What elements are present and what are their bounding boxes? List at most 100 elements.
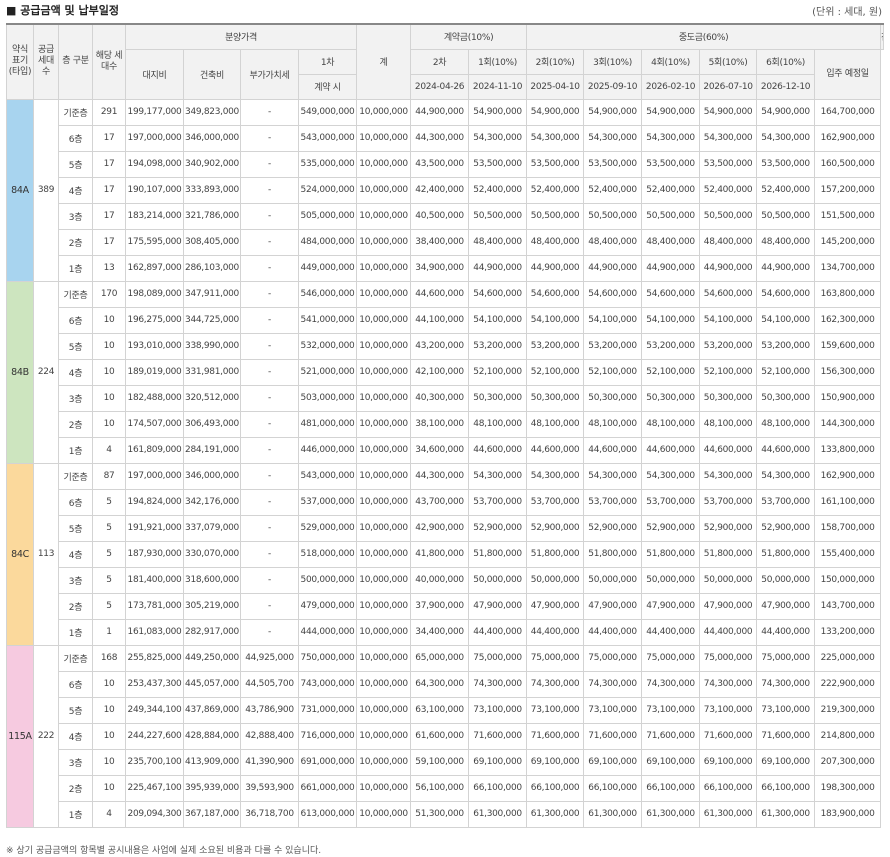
interim-1-cell: 52,400,000	[468, 176, 528, 204]
deposit-2-cell: 63,100,000	[410, 696, 470, 724]
header-interim-1-date: 2024-11-10	[468, 73, 528, 100]
total-price-cell: 543,000,000	[297, 124, 358, 152]
interim-2-cell: 51,800,000	[526, 540, 585, 568]
interim-6-cell: 74,300,000	[756, 670, 816, 698]
interim-5-cell: 48,400,000	[699, 228, 758, 256]
interim-2-cell: 73,100,000	[526, 696, 585, 724]
table-body: 84A 389 기준층 291 199,177,000 349,823,000-549,0…	[6, 98, 884, 828]
floor-units-cell: 10	[92, 358, 126, 386]
interim-4-cell: 44,900,000	[641, 254, 701, 282]
type-cell: 115A	[6, 644, 34, 828]
deposit-2-cell: 65,000,000	[410, 644, 470, 672]
building-price-cell: 318,600,000	[183, 566, 241, 594]
floor-units-cell: 5	[92, 488, 126, 516]
balance-cell: 162,900,000	[814, 462, 882, 490]
interim-4-cell: 44,400,000	[641, 618, 701, 646]
floor-units-cell: 17	[92, 124, 126, 152]
interim-6-cell: 54,900,000	[756, 98, 816, 126]
floor-cell: 5층	[58, 696, 93, 724]
interim-3-cell: 53,200,000	[583, 332, 643, 360]
floor-cell: 기준층	[58, 98, 93, 126]
deposit-2-cell: 44,600,000	[410, 280, 470, 308]
deposit-1-cell: 10,000,000	[356, 176, 412, 204]
building-price-cell: 284,191,000	[183, 436, 241, 464]
floor-units-cell: 5	[92, 592, 126, 620]
interim-2-cell: 48,100,000	[526, 410, 585, 438]
balance-cell: 219,300,000	[814, 696, 882, 724]
vat-cell: -	[240, 566, 299, 594]
interim-4-cell: 48,100,000	[641, 410, 701, 438]
deposit-2-cell: 40,000,000	[410, 566, 470, 594]
interim-2-cell: 44,400,000	[526, 618, 585, 646]
building-price-cell: 349,823,000	[183, 98, 241, 126]
total-price-cell: 743,000,000	[297, 670, 358, 698]
interim-6-cell: 69,100,000	[756, 748, 816, 776]
interim-4-cell: 54,300,000	[641, 462, 701, 490]
total-price-cell: 537,000,000	[297, 488, 358, 516]
deposit-1-cell: 10,000,000	[356, 98, 412, 126]
land-price-cell: 249,344,100	[125, 696, 184, 724]
deposit-2-cell: 42,400,000	[410, 176, 470, 204]
interim-5-cell: 54,100,000	[699, 306, 758, 334]
deposit-2-cell: 40,500,000	[410, 202, 470, 230]
land-price-cell: 187,930,000	[125, 540, 184, 568]
land-price-cell: 244,227,600	[125, 722, 184, 750]
table-row: 5층 17 194,098,000 340,902,000-535,000,000 10…	[7, 150, 884, 178]
table-row: 84B 224 기준층 170 198,089,000 347,911,000-546,0…	[6, 280, 884, 464]
deposit-1-cell: 10,000,000	[356, 722, 412, 750]
table-row: 5층 5 191,921,000 337,079,000-529,000,000 10,…	[7, 514, 884, 542]
header-deposit-2-date: 2024-04-26	[410, 73, 470, 100]
header-interim-4: 4회(10%)	[641, 48, 701, 75]
floor-units-cell: 1	[92, 618, 126, 646]
vat-cell: -	[240, 306, 299, 334]
land-price-cell: 193,010,000	[125, 332, 184, 360]
vat-cell: -	[240, 358, 299, 386]
deposit-2-cell: 38,400,000	[410, 228, 470, 256]
interim-2-cell: 54,100,000	[526, 306, 585, 334]
building-price-cell: 395,939,000	[183, 774, 241, 802]
floor-cell: 6층	[58, 488, 93, 516]
floor-cell: 2층	[58, 410, 93, 438]
vat-cell: -	[240, 280, 299, 308]
units-cell: 113	[33, 462, 59, 646]
interim-3-cell: 44,900,000	[583, 254, 643, 282]
interim-3-cell: 47,900,000	[583, 592, 643, 620]
table-row: 6층 10 196,275,000 344,725,000-541,000,000 10…	[7, 306, 884, 334]
vat-cell: -	[240, 540, 299, 568]
floor-units-cell: 168	[92, 644, 126, 672]
interim-6-cell: 54,600,000	[756, 280, 816, 308]
interim-1-cell: 53,200,000	[468, 332, 528, 360]
land-price-cell: 162,897,000	[125, 254, 184, 282]
floor-units-cell: 10	[92, 774, 126, 802]
vat-cell: -	[240, 150, 299, 178]
interim-2-cell: 50,000,000	[526, 566, 585, 594]
floor-cell: 1층	[58, 618, 93, 646]
interim-6-cell: 73,100,000	[756, 696, 816, 724]
header-deposit-2: 2차	[410, 48, 470, 75]
interim-2-cell: 47,900,000	[526, 592, 585, 620]
land-price-cell: 194,098,000	[125, 150, 184, 178]
interim-6-cell: 52,900,000	[756, 514, 816, 542]
vat-cell: -	[240, 332, 299, 360]
interim-1-cell: 53,700,000	[468, 488, 528, 516]
land-price-cell: 181,400,000	[125, 566, 184, 594]
interim-6-cell: 53,700,000	[756, 488, 816, 516]
balance-cell: 183,900,000	[814, 800, 882, 828]
balance-cell: 143,700,000	[814, 592, 882, 620]
vat-cell: -	[240, 228, 299, 256]
interim-5-cell: 50,000,000	[699, 566, 758, 594]
interim-1-cell: 53,500,000	[468, 150, 528, 178]
interim-2-cell: 50,300,000	[526, 384, 585, 412]
building-price-cell: 437,869,000	[183, 696, 241, 724]
interim-6-cell: 53,500,000	[756, 150, 816, 178]
table-row: 2층 17 175,595,000 308,405,000-484,000,000 10…	[7, 228, 884, 256]
floor-cell: 3층	[58, 748, 93, 776]
floor-units-cell: 4	[92, 436, 126, 464]
interim-6-cell: 48,100,000	[756, 410, 816, 438]
interim-1-cell: 44,400,000	[468, 618, 528, 646]
table-row: 4층 17 190,107,000 333,893,000-524,000,000 10…	[7, 176, 884, 204]
deposit-2-cell: 44,900,000	[410, 98, 470, 126]
land-price-cell: 190,107,000	[125, 176, 184, 204]
floor-cell: 4층	[58, 176, 93, 204]
land-price-cell: 194,824,000	[125, 488, 184, 516]
